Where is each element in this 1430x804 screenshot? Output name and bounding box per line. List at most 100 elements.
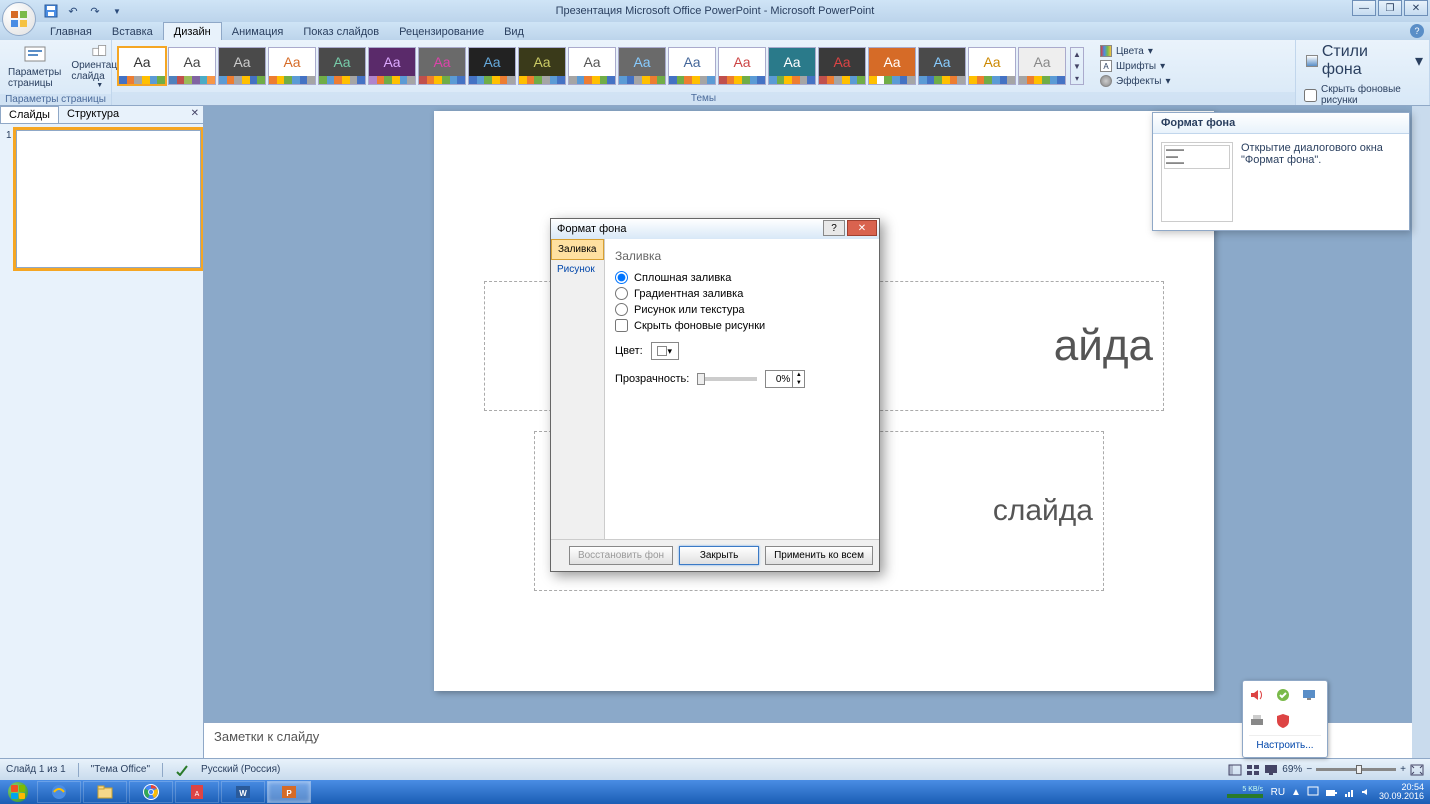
dialog-close-button[interactable]: ✕ bbox=[847, 220, 877, 236]
undo-icon[interactable]: ↶ bbox=[64, 2, 82, 20]
theme-thumb[interactable]: Aa bbox=[218, 47, 266, 85]
tray-action-center-icon[interactable] bbox=[1307, 786, 1319, 798]
tab-outline[interactable]: Структура bbox=[59, 106, 127, 123]
theme-thumb[interactable]: Aa bbox=[368, 47, 416, 85]
taskbar-ie[interactable] bbox=[37, 781, 81, 803]
save-icon[interactable] bbox=[42, 2, 60, 20]
printer-icon[interactable] bbox=[1249, 713, 1265, 729]
transparency-spinner[interactable]: ▲▼ bbox=[765, 370, 805, 388]
sync-icon[interactable] bbox=[1301, 687, 1317, 703]
zoom-out-icon[interactable]: − bbox=[1306, 764, 1312, 775]
zoom-in-icon[interactable]: + bbox=[1400, 764, 1406, 775]
tray-customize-link[interactable]: Настроить... bbox=[1249, 735, 1321, 751]
tab-insert[interactable]: Вставка bbox=[102, 23, 163, 40]
color-picker-button[interactable]: ▾ bbox=[651, 342, 679, 360]
nav-picture[interactable]: Рисунок bbox=[551, 260, 604, 279]
taskbar-powerpoint[interactable]: P bbox=[267, 781, 311, 803]
radio-solid-fill[interactable] bbox=[615, 271, 628, 284]
view-normal-icon[interactable] bbox=[1228, 764, 1242, 776]
spin-down-icon[interactable]: ▼ bbox=[792, 379, 804, 387]
theme-thumb[interactable]: Aa bbox=[418, 47, 466, 85]
theme-colors-button[interactable]: Цвета ▾ bbox=[1098, 44, 1173, 58]
close-pane-icon[interactable]: ✕ bbox=[191, 108, 199, 119]
theme-thumb[interactable]: Aa bbox=[318, 47, 366, 85]
svg-text:P: P bbox=[286, 789, 292, 798]
tab-view[interactable]: Вид bbox=[494, 23, 534, 40]
restore-button[interactable]: ❐ bbox=[1378, 0, 1402, 16]
apply-all-button[interactable]: Применить ко всем bbox=[765, 546, 873, 565]
theme-thumb[interactable]: Aa bbox=[1018, 47, 1066, 85]
update-icon[interactable] bbox=[1275, 687, 1291, 703]
spellcheck-icon[interactable] bbox=[175, 764, 189, 776]
theme-thumb[interactable]: Aa bbox=[168, 47, 216, 85]
notes-pane[interactable]: Заметки к слайду bbox=[204, 722, 1412, 758]
slide-thumbnail[interactable] bbox=[16, 130, 201, 268]
theme-thumb[interactable]: Aa bbox=[818, 47, 866, 85]
reset-background-button[interactable]: Восстановить фон bbox=[569, 546, 673, 565]
theme-fonts-button[interactable]: AШрифты ▾ bbox=[1098, 59, 1173, 73]
quick-access-toolbar: ↶ ↷ ▼ bbox=[42, 0, 126, 22]
fit-window-icon[interactable] bbox=[1410, 764, 1424, 776]
tab-slideshow[interactable]: Показ слайдов bbox=[293, 23, 389, 40]
shield-icon[interactable] bbox=[1275, 713, 1291, 729]
dialog-titlebar[interactable]: Формат фона ? ✕ bbox=[551, 219, 879, 239]
theme-thumb[interactable]: Aa bbox=[568, 47, 616, 85]
view-slideshow-icon[interactable] bbox=[1264, 764, 1278, 776]
tray-power-icon[interactable] bbox=[1325, 786, 1337, 798]
help-icon[interactable]: ? bbox=[1410, 24, 1424, 38]
zoom-percent[interactable]: 69% bbox=[1282, 764, 1302, 775]
vertical-scrollbar[interactable] bbox=[1412, 106, 1430, 758]
theme-thumb[interactable]: Aa bbox=[618, 47, 666, 85]
tray-language[interactable]: RU bbox=[1271, 787, 1285, 798]
nav-fill[interactable]: Заливка bbox=[551, 239, 604, 260]
volume-icon[interactable] bbox=[1249, 687, 1265, 703]
theme-thumb[interactable]: Aa bbox=[718, 47, 766, 85]
fonts-label: Шрифты bbox=[1116, 61, 1156, 72]
qat-more-icon[interactable]: ▼ bbox=[108, 2, 126, 20]
theme-thumb[interactable]: Aa bbox=[268, 47, 316, 85]
hide-bg-checkbox[interactable]: Скрыть фоновые рисунки bbox=[1304, 84, 1425, 106]
tab-slides[interactable]: Слайды bbox=[0, 106, 59, 123]
taskbar-pdf[interactable]: A bbox=[175, 781, 219, 803]
office-button[interactable] bbox=[2, 2, 36, 36]
close-dialog-button[interactable]: Закрыть bbox=[679, 546, 759, 565]
radio-gradient-fill[interactable] bbox=[615, 287, 628, 300]
spin-up-icon[interactable]: ▲ bbox=[792, 371, 804, 379]
dialog-help-button[interactable]: ? bbox=[823, 220, 845, 236]
tab-design[interactable]: Дизайн bbox=[163, 22, 222, 40]
tab-home[interactable]: Главная bbox=[40, 23, 102, 40]
theme-thumb[interactable]: Aa bbox=[918, 47, 966, 85]
taskbar-word[interactable]: W bbox=[221, 781, 265, 803]
theme-thumb[interactable]: Aa bbox=[968, 47, 1016, 85]
close-window-button[interactable]: ✕ bbox=[1404, 0, 1428, 16]
tab-review[interactable]: Рецензирование bbox=[389, 23, 494, 40]
view-sorter-icon[interactable] bbox=[1246, 764, 1260, 776]
dialog-nav: Заливка Рисунок bbox=[551, 239, 605, 539]
tray-volume-icon[interactable] bbox=[1361, 786, 1373, 798]
theme-thumb[interactable]: Aa bbox=[118, 47, 166, 85]
theme-thumb[interactable]: Aa bbox=[868, 47, 916, 85]
theme-thumb[interactable]: Aa bbox=[768, 47, 816, 85]
network-speed-widget[interactable]: 5 KB/s bbox=[1225, 784, 1265, 800]
page-setup-button[interactable]: Параметры страницы bbox=[4, 42, 65, 92]
minimize-button[interactable]: — bbox=[1352, 0, 1376, 16]
start-button[interactable] bbox=[0, 780, 36, 804]
zoom-slider[interactable] bbox=[1316, 768, 1396, 771]
taskbar-explorer[interactable] bbox=[83, 781, 127, 803]
tray-clock[interactable]: 20:5430.09.2016 bbox=[1379, 783, 1424, 801]
tray-overflow-icon[interactable]: ▲ bbox=[1291, 787, 1301, 798]
tab-animation[interactable]: Анимация bbox=[222, 23, 294, 40]
theme-effects-button[interactable]: Эффекты ▾ bbox=[1098, 74, 1173, 88]
transparency-input[interactable] bbox=[766, 371, 792, 387]
background-styles-button[interactable]: Стили фона ▾ bbox=[1304, 42, 1425, 80]
checkbox-hide-bg[interactable] bbox=[615, 319, 628, 332]
theme-thumb[interactable]: Aa bbox=[518, 47, 566, 85]
transparency-slider[interactable] bbox=[697, 377, 757, 381]
theme-gallery-more[interactable]: ▲▼▾ bbox=[1070, 47, 1084, 85]
theme-thumb[interactable]: Aa bbox=[468, 47, 516, 85]
taskbar-chrome[interactable] bbox=[129, 781, 173, 803]
redo-icon[interactable]: ↷ bbox=[86, 2, 104, 20]
theme-thumb[interactable]: Aa bbox=[668, 47, 716, 85]
tray-network-icon[interactable] bbox=[1343, 786, 1355, 798]
radio-picture-fill[interactable] bbox=[615, 303, 628, 316]
